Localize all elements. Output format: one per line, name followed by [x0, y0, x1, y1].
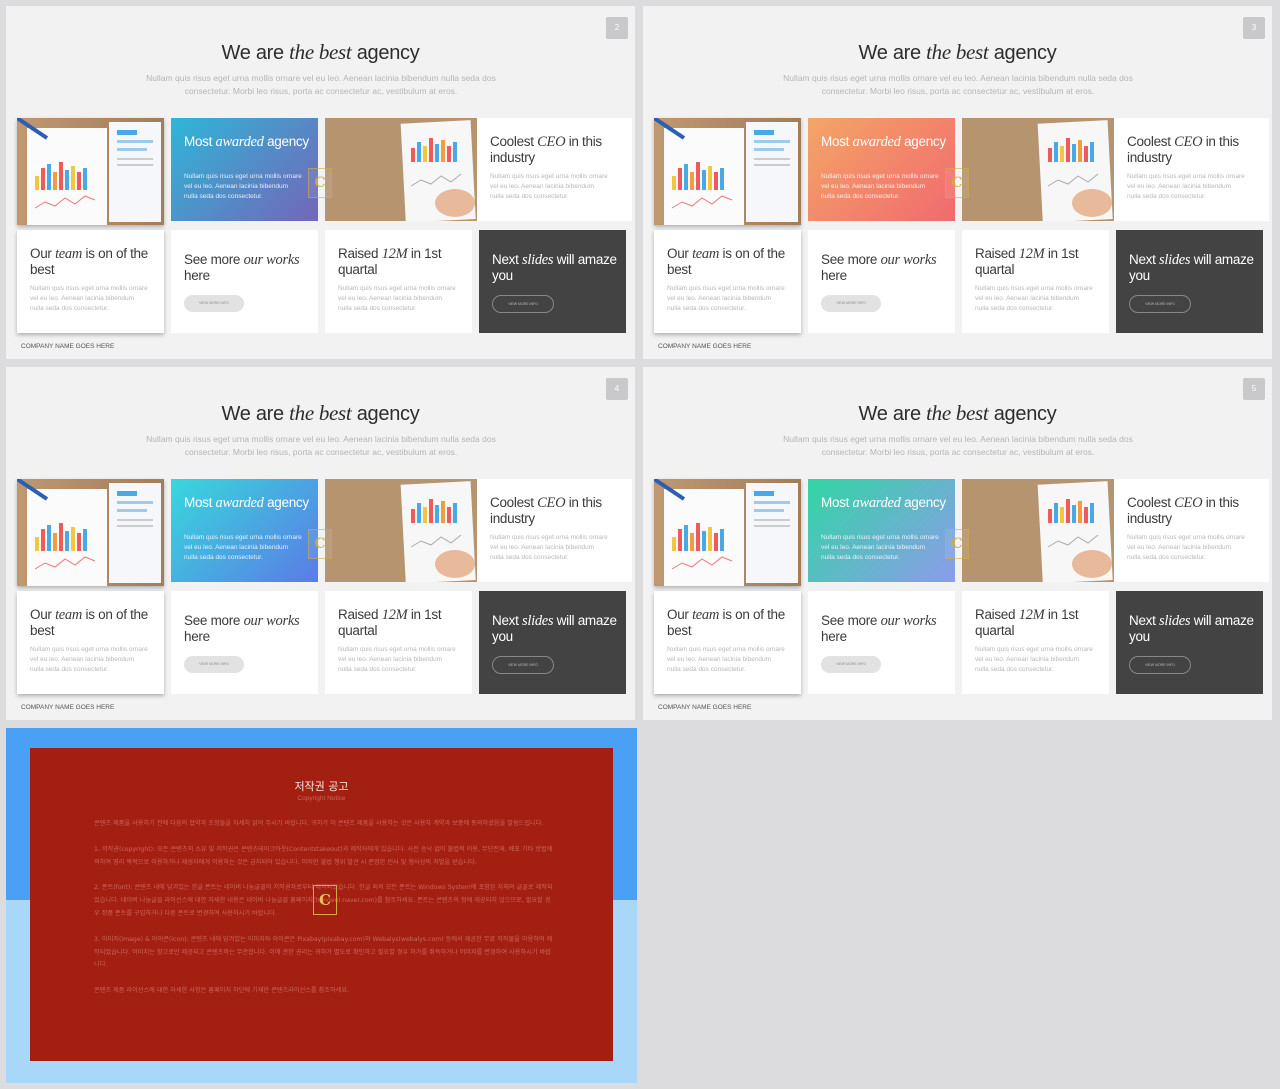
view-more-button[interactable]: VIEW MORE INFO [1129, 656, 1191, 674]
card-raised: Raised 12M in 1st quartal Nullam quis ri… [325, 591, 472, 694]
watermark-logo: C [945, 529, 969, 559]
view-more-button[interactable]: VIEW MORE INFO [184, 295, 244, 312]
slide-thumbnail[interactable]: 3 We are the best agency Nullam quis ris… [643, 6, 1272, 359]
card-coolest-ceo: Coolest CEO in this industry Nullam quis… [477, 118, 632, 221]
watermark-logo: C [308, 168, 332, 198]
slide-thumbnail[interactable]: 4 We are the best agency Nullam quis ris… [6, 367, 635, 720]
photo-hand-paper [962, 479, 1114, 582]
card-see-more-works: See more our works here VIEW MORE INFO [171, 591, 318, 694]
card-coolest-ceo: Coolest CEO in this industry Nullam quis… [477, 479, 632, 582]
company-name-footer: COMPANY NAME GOES HERE [658, 704, 752, 711]
slide-number: 4 [606, 378, 628, 400]
photo-chart-paper [17, 479, 164, 586]
notice-paragraph: 3. 이미지(image) & 아이콘(icon): 콘텐츠 내에 담겨있는 이… [94, 935, 553, 969]
card-see-more-works: See more our works here VIEW MORE INFO [171, 230, 318, 333]
view-more-button[interactable]: VIEW MORE INFO [492, 295, 554, 313]
photo-hand-paper [325, 118, 477, 221]
photo-chart-paper [654, 479, 801, 586]
slide-title: We are the best agency [221, 40, 420, 64]
card-next-slides: Next slides will amaze you VIEW MORE INF… [1116, 230, 1263, 333]
slide-subtitle: Nullam quis risus eget urna mollis ornar… [146, 73, 496, 96]
copyright-notice-panel: 저작권 공고 Copyright Notice 콘텐츠 제품을 사용하기 전에 … [30, 748, 613, 1061]
company-name-footer: COMPANY NAME GOES HERE [21, 704, 115, 711]
slide-subtitle: Nullam quis risus eget urna mollis ornar… [783, 434, 1133, 457]
slide-subtitle: Nullam quis risus eget urna mollis ornar… [783, 73, 1133, 96]
card-next-slides: Next slides will amaze you VIEW MORE INF… [479, 591, 626, 694]
slide-number: 3 [1243, 17, 1265, 39]
card-see-more-works: See more our works here VIEW MORE INFO [808, 230, 955, 333]
view-more-button[interactable]: VIEW MORE INFO [821, 656, 881, 673]
card-coolest-ceo: Coolest CEO in this industry Nullam quis… [1114, 118, 1269, 221]
card-next-slides: Next slides will amaze you VIEW MORE INF… [1116, 591, 1263, 694]
slide-thumbnail[interactable]: 5 We are the best agency Nullam quis ris… [643, 367, 1272, 720]
card-most-awarded: Most awarded agency Nullam quis risus eg… [808, 118, 955, 221]
card-see-more-works: See more our works here VIEW MORE INFO [808, 591, 955, 694]
slide-title: We are the best agency [858, 401, 1057, 425]
card-our-team: Our team is on of the best Nullam quis r… [17, 591, 164, 694]
slide-number: 5 [1243, 378, 1265, 400]
slide-title: We are the best agency [221, 401, 420, 425]
card-raised: Raised 12M in 1st quartal Nullam quis ri… [962, 591, 1109, 694]
card-most-awarded: Most awarded agency Nullam quis risus eg… [171, 118, 318, 221]
photo-hand-paper [325, 479, 477, 582]
photo-hand-paper [962, 118, 1114, 221]
slide-subtitle: Nullam quis risus eget urna mollis ornar… [146, 434, 496, 457]
card-our-team: Our team is on of the best Nullam quis r… [654, 591, 801, 694]
slide-thumbnail[interactable]: 2 We are the best agency Nullam quis ris… [6, 6, 635, 359]
view-more-button[interactable]: VIEW MORE INFO [184, 656, 244, 673]
card-most-awarded: Most awarded agency Nullam quis risus eg… [808, 479, 955, 582]
card-our-team: Our team is on of the best Nullam quis r… [654, 230, 801, 333]
notice-subtitle: Copyright Notice [297, 795, 346, 802]
slide-thumbnail-copyright[interactable]: 저작권 공고 Copyright Notice 콘텐츠 제품을 사용하기 전에 … [6, 728, 637, 1083]
card-raised: Raised 12M in 1st quartal Nullam quis ri… [325, 230, 472, 333]
view-more-button[interactable]: VIEW MORE INFO [492, 656, 554, 674]
notice-paragraph: 콘텐츠 제품 라이선스에 대한 자세한 사항은 홈페이지 하단에 기재한 콘텐츠… [94, 987, 350, 995]
view-more-button[interactable]: VIEW MORE INFO [821, 295, 881, 312]
notice-paragraph: 1. 저작권(copyright): 모든 콘텐츠의 소유 및 저작권은 콘텐츠… [94, 845, 553, 866]
notice-paragraph: 콘텐츠 제품을 사용하기 전에 다음의 협약과 조항들을 자세히 읽어 주시기 … [94, 820, 544, 827]
slide-number: 2 [606, 17, 628, 39]
company-name-footer: COMPANY NAME GOES HERE [658, 343, 752, 350]
card-next-slides: Next slides will amaze you VIEW MORE INF… [479, 230, 626, 333]
card-raised: Raised 12M in 1st quartal Nullam quis ri… [962, 230, 1109, 333]
card-coolest-ceo: Coolest CEO in this industry Nullam quis… [1114, 479, 1269, 582]
view-more-button[interactable]: VIEW MORE INFO [1129, 295, 1191, 313]
photo-chart-paper [17, 118, 164, 225]
watermark-logo: C [313, 885, 337, 915]
notice-title: 저작권 공고 [294, 780, 349, 793]
watermark-logo: C [308, 529, 332, 559]
slide-title: We are the best agency [858, 40, 1057, 64]
watermark-logo: C [945, 168, 969, 198]
card-most-awarded: Most awarded agency Nullam quis risus eg… [171, 479, 318, 582]
photo-chart-paper [654, 118, 801, 225]
company-name-footer: COMPANY NAME GOES HERE [21, 343, 115, 350]
card-our-team: Our team is on of the best Nullam quis r… [17, 230, 164, 333]
